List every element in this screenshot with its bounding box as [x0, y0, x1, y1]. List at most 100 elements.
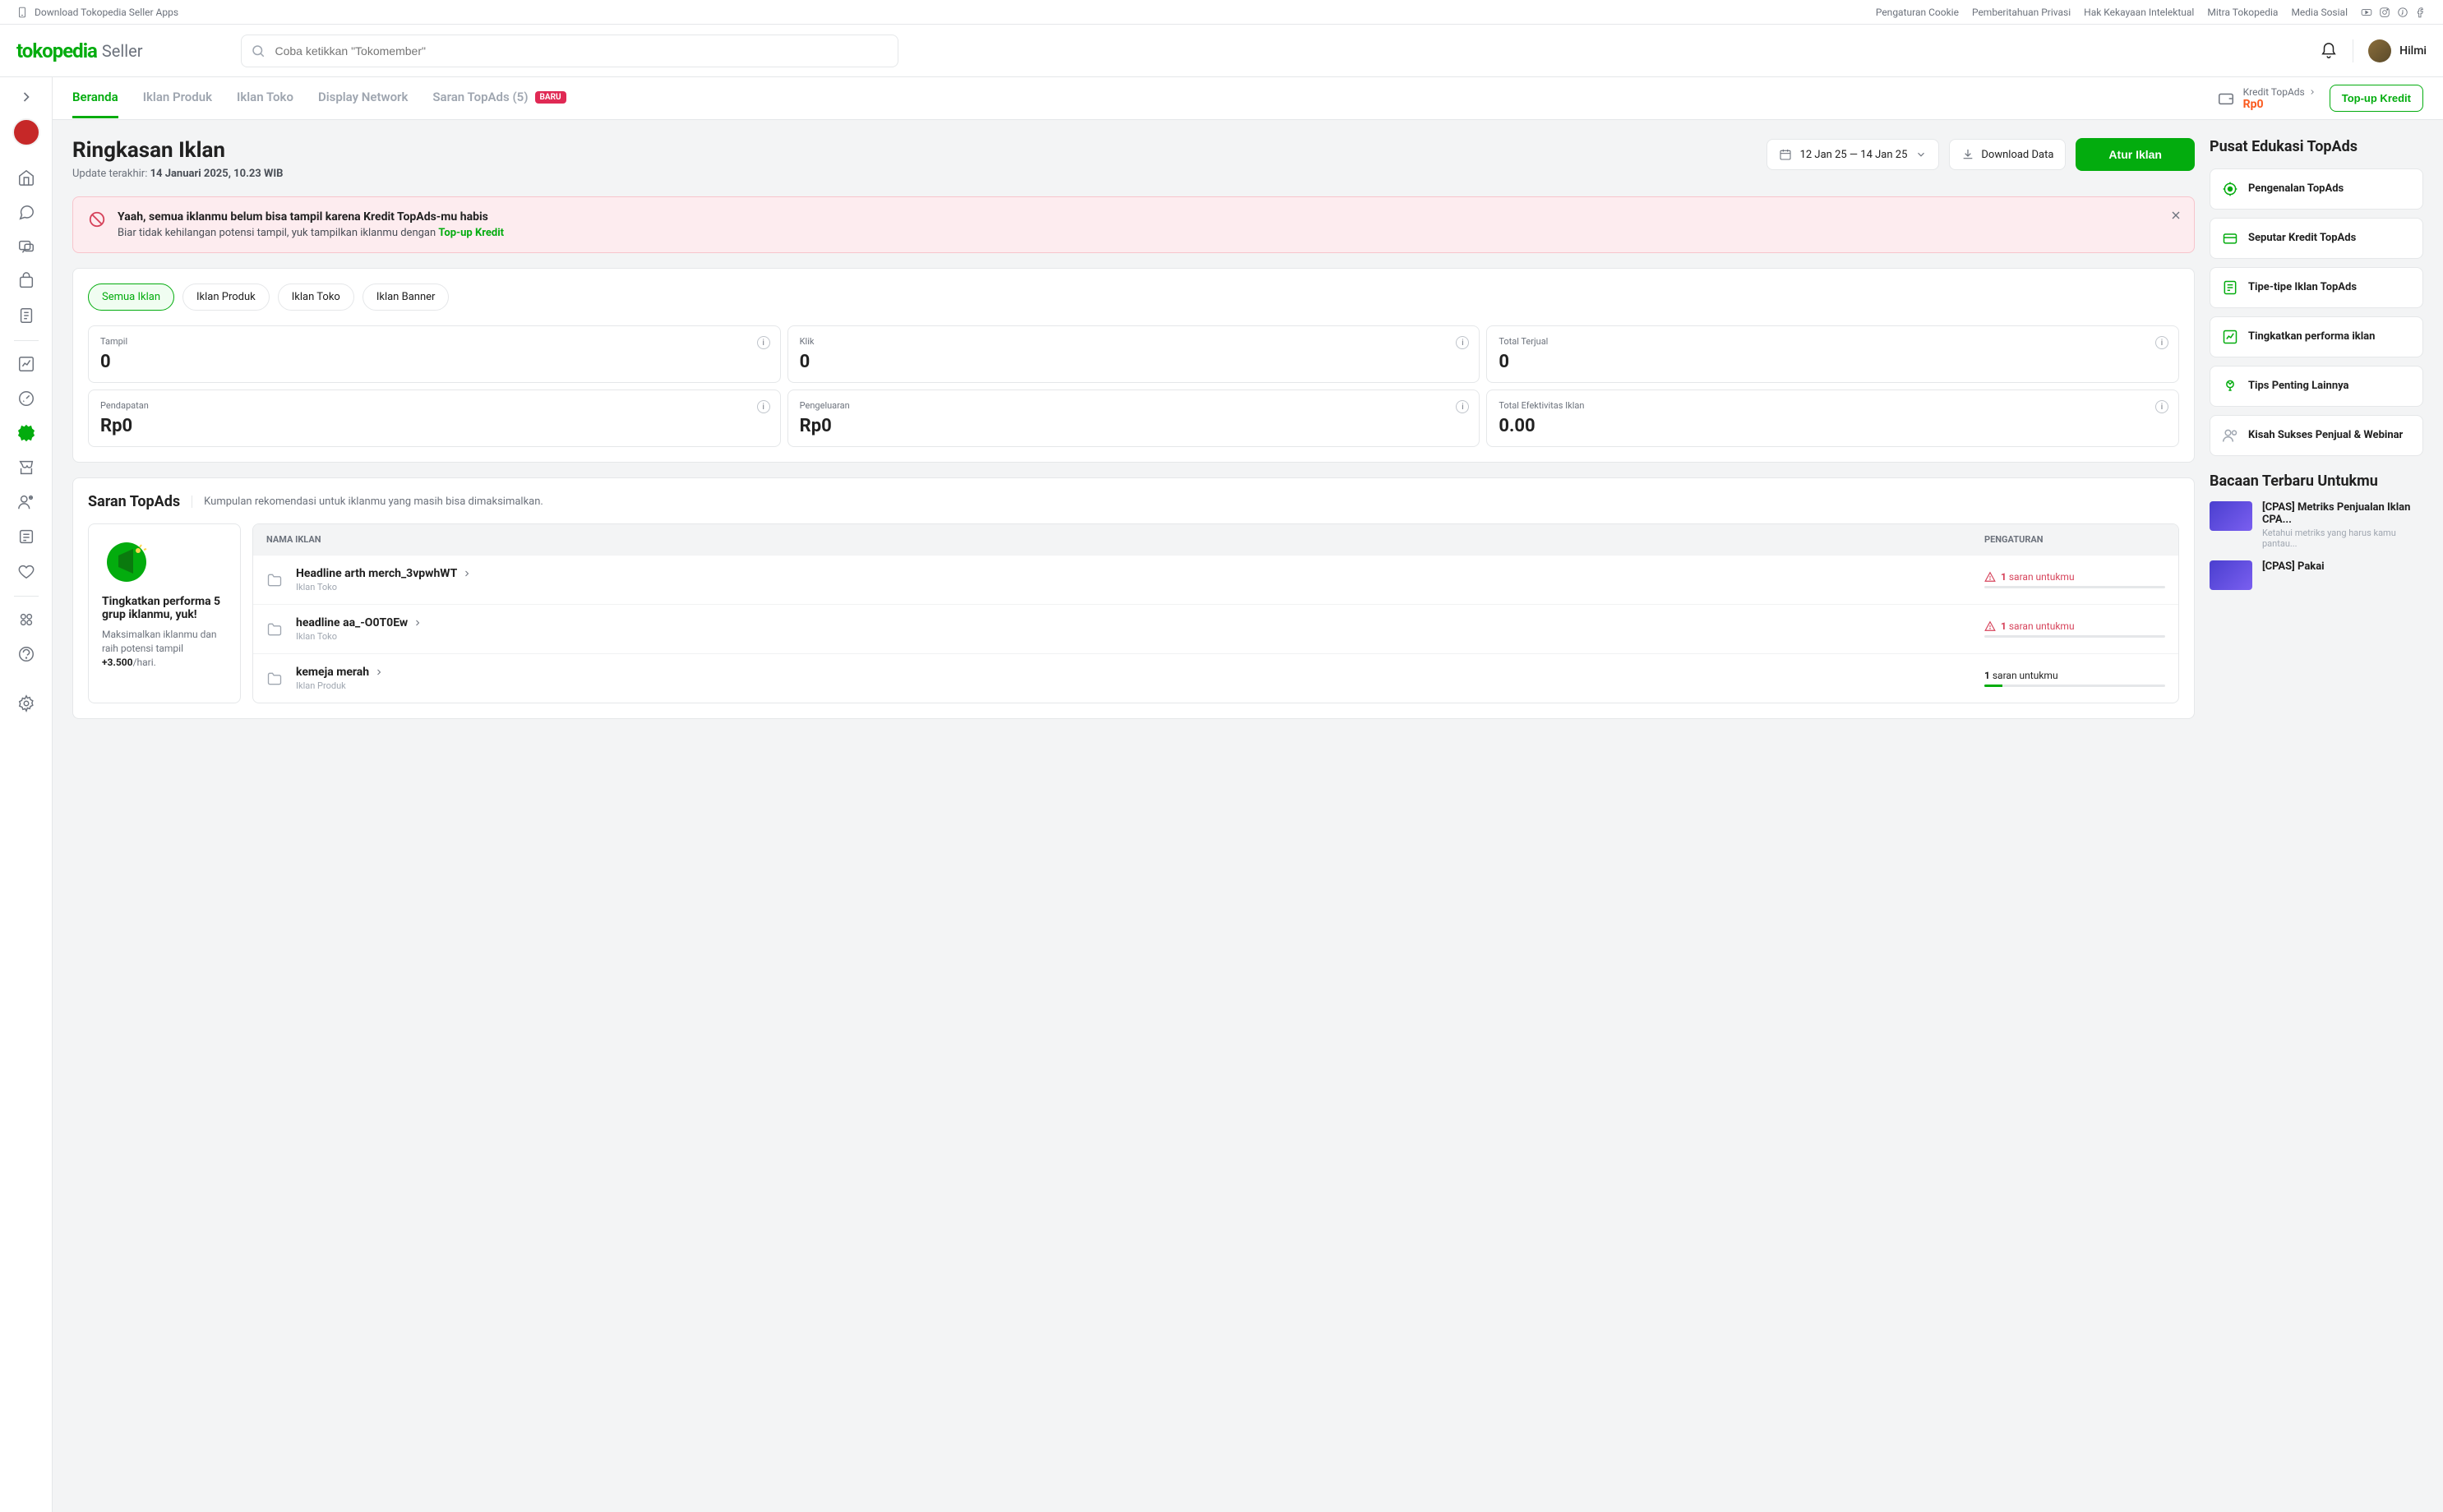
megaphone-icon [102, 537, 151, 587]
topup-kredit-button[interactable]: Top-up Kredit [2330, 85, 2423, 112]
bacaan-item[interactable]: [CPAS] Pakai [2210, 560, 2423, 590]
tab-saran-topads[interactable]: Saran TopAds (5)BARU [432, 78, 566, 118]
topbar-link-mitra[interactable]: Mitra Tokopedia [2207, 7, 2278, 18]
stat-total-terjual[interactable]: Total Terjual0i [1486, 325, 2179, 383]
badge-baru: BARU [535, 91, 566, 104]
edu-item[interactable]: Kisah Sukses Penjual & Webinar [2210, 415, 2423, 456]
notification-icon[interactable] [2320, 42, 2338, 60]
search-icon [251, 44, 266, 58]
youtube-icon[interactable] [2361, 7, 2372, 18]
sidebar-item-shop[interactable] [10, 451, 43, 484]
edu-item[interactable]: Pengenalan TopAds [2210, 168, 2423, 210]
pill-iklan-banner[interactable]: Iklan Banner [363, 284, 450, 311]
pill-iklan-produk[interactable]: Iklan Produk [182, 284, 270, 311]
topbar-link-privacy[interactable]: Pemberitahuan Privasi [1972, 7, 2071, 18]
alert-topup-link[interactable]: Top-up Kredit [438, 227, 504, 239]
pill-iklan-toko[interactable]: Iklan Toko [278, 284, 354, 311]
warning-icon [1984, 571, 1996, 583]
saran-row[interactable]: headline aa_-O0T0Ew Iklan Toko1 saran un… [253, 604, 2178, 653]
saran-row[interactable]: Headline arth merch_3vpwhWT Iklan Toko1 … [253, 555, 2178, 604]
date-range-picker[interactable]: 12 Jan 25 — 14 Jan 25 [1766, 139, 1940, 170]
user-name: Hilmi [2399, 44, 2427, 58]
chevron-right-icon [2308, 88, 2316, 96]
sidebar-item-market[interactable] [10, 603, 43, 636]
bacaan-thumbnail [2210, 501, 2252, 531]
pill-semua-iklan[interactable]: Semua Iklan [88, 284, 174, 311]
sidebar-item-finance[interactable] [10, 520, 43, 553]
page-title: Ringkasan Iklan [72, 138, 283, 163]
tab-iklan-produk[interactable]: Iklan Produk [143, 78, 212, 118]
col-pengaturan: PENGATURAN [1984, 534, 2165, 545]
alert-kredit-habis: Yaah, semua iklanmu belum bisa tampil ka… [72, 196, 2195, 253]
tab-iklan-toko[interactable]: Iklan Toko [237, 78, 293, 118]
facebook-icon[interactable] [2415, 7, 2427, 18]
stat-pengeluaran[interactable]: PengeluaranRp0i [787, 390, 1480, 447]
info-icon[interactable]: i [757, 336, 770, 349]
edu-item[interactable]: Seputar Kredit TopAds [2210, 218, 2423, 259]
sidebar-item-performance[interactable] [10, 382, 43, 415]
bacaan-item[interactable]: [CPAS] Metriks Penjualan Iklan CPA...Ket… [2210, 501, 2423, 549]
edu-panel: Pusat Edukasi TopAds Pengenalan TopAds Se… [2210, 138, 2423, 456]
download-app-link[interactable]: Download Tokopedia Seller Apps [35, 7, 178, 18]
bacaan-title: Bacaan Terbaru Untukmu [2210, 472, 2423, 490]
stat-tampil[interactable]: Tampil0i [88, 325, 781, 383]
alert-close-button[interactable] [2169, 209, 2182, 222]
kredit-info[interactable]: Kredit TopAds Rp0 [2217, 86, 2316, 111]
info-icon[interactable]: i [2155, 336, 2168, 349]
topbar-link-cookie[interactable]: Pengaturan Cookie [1876, 7, 1959, 18]
shop-avatar[interactable] [12, 118, 40, 146]
sidebar-item-discuss[interactable] [10, 230, 43, 263]
sidebar-item-support[interactable] [10, 638, 43, 671]
sidebar-item-settings[interactable] [10, 687, 43, 720]
info-icon[interactable]: i [757, 400, 770, 413]
edu-icon [2222, 378, 2238, 394]
saran-subtitle: Kumpulan rekomendasi untuk iklanmu yang … [192, 496, 543, 508]
edu-icon [2222, 181, 2238, 197]
sidebar-item-home[interactable] [10, 161, 43, 194]
sidebar-item-buyer[interactable] [10, 486, 43, 519]
stats-card: Semua Iklan Iklan Produk Iklan Toko Ikla… [72, 268, 2195, 463]
info-icon[interactable]: i [1456, 336, 1469, 349]
tab-display-network[interactable]: Display Network [318, 78, 408, 118]
wallet-icon [2217, 90, 2235, 108]
search-input[interactable] [241, 35, 898, 67]
saran-promo-card[interactable]: Tingkatkan performa 5 grup iklanmu, yuk!… [88, 523, 241, 703]
stat-klik[interactable]: Klik0i [787, 325, 1480, 383]
download-data-button[interactable]: Download Data [1949, 139, 2066, 170]
saran-row[interactable]: kemeja merah Iklan Produk1 saran untukmu [253, 653, 2178, 703]
edu-item[interactable]: Tingkatkan performa iklan [2210, 316, 2423, 357]
tabbar: Beranda Iklan Produk Iklan Toko Display … [53, 77, 2443, 120]
warning-icon [1984, 620, 1996, 632]
edu-item[interactable]: Tips Penting Lainnya [2210, 366, 2423, 407]
edu-icon [2222, 279, 2238, 296]
sidebar-item-chat[interactable] [10, 196, 43, 228]
close-icon [2169, 209, 2182, 222]
instagram-icon[interactable] [2379, 7, 2390, 18]
user-menu[interactable]: Hilmi [2368, 39, 2427, 62]
page-updated: Update terakhir: 14 Januari 2025, 10.23 … [72, 168, 283, 180]
sidebar-item-care[interactable] [10, 555, 43, 588]
atur-iklan-button[interactable]: Atur Iklan [2076, 138, 2195, 171]
tab-beranda[interactable]: Beranda [72, 78, 118, 118]
topbar-link-social[interactable]: Media Sosial [2291, 7, 2348, 18]
sidebar-item-product[interactable] [10, 265, 43, 297]
phone-icon [16, 7, 28, 18]
info-icon[interactable]: i [1456, 400, 1469, 413]
info-icon[interactable]: i [2155, 400, 2168, 413]
stat-total-efektivitas-iklan[interactable]: Total Efektivitas Iklan0.00i [1486, 390, 2179, 447]
header: tokopedia Seller Hilmi [0, 25, 2443, 77]
expand-sidebar-icon[interactable] [18, 89, 35, 105]
topbar-link-ip[interactable]: Hak Kekayaan Intelektual [2084, 7, 2194, 18]
logo[interactable]: tokopedia Seller [16, 39, 142, 62]
folder-icon [266, 572, 283, 588]
sidebar-item-ads[interactable] [10, 417, 43, 449]
pinterest-icon[interactable] [2397, 7, 2408, 18]
edu-item[interactable]: Tipe-tipe Iklan TopAds [2210, 267, 2423, 308]
sidebar-item-order[interactable] [10, 299, 43, 332]
chevron-right-icon [413, 618, 423, 628]
sidebar-item-stats[interactable] [10, 348, 43, 380]
stat-pendapatan[interactable]: PendapatanRp0i [88, 390, 781, 447]
saran-table: NAMA IKLAN PENGATURAN Headline arth merc… [252, 523, 2179, 703]
download-icon [1961, 148, 1974, 161]
edu-title: Pusat Edukasi TopAds [2210, 138, 2423, 155]
